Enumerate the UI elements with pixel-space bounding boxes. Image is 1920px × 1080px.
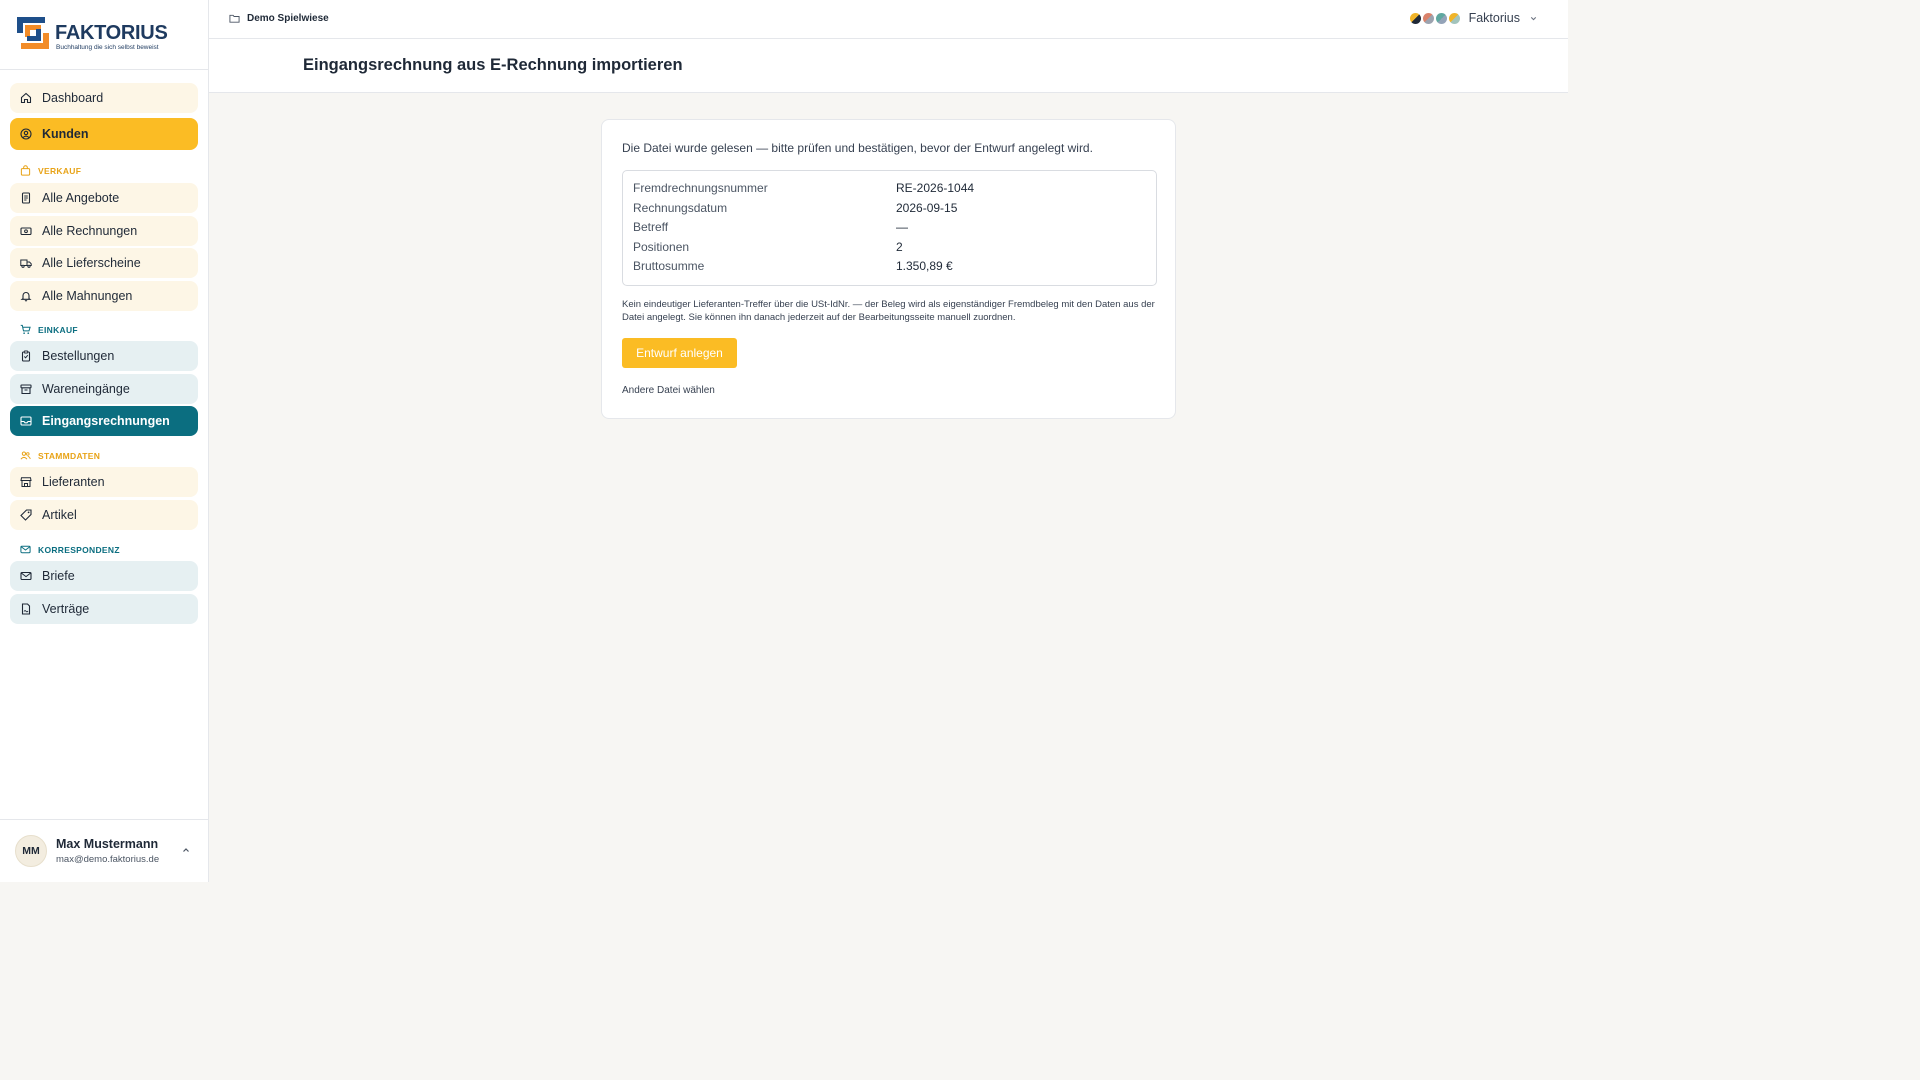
sidebar-item-label: Artikel	[42, 508, 77, 522]
detail-label: Fremdrechnungsnummer	[633, 181, 768, 195]
divider	[0, 819, 208, 820]
banknote-icon	[20, 225, 32, 237]
detail-label: Rechnungsdatum	[633, 201, 728, 215]
brand-logo[interactable]: FAKTORIUS Buchhaltung die sich selbst be…	[15, 14, 185, 56]
sidebar-item-alle-angebote[interactable]: Alle Angebote	[10, 183, 198, 213]
home-icon	[20, 92, 32, 104]
sidebar-item-kunden[interactable]: Kunden	[10, 118, 198, 150]
create-draft-button[interactable]: Entwurf anlegen	[622, 338, 737, 368]
user-name: Max Mustermann	[56, 837, 159, 851]
inbox-icon	[20, 415, 32, 427]
sidebar-item-label: Alle Angebote	[42, 191, 120, 205]
archive-icon	[20, 383, 32, 395]
breadcrumb[interactable]: Demo Spielwiese	[229, 13, 329, 24]
store-icon	[20, 476, 32, 488]
sidebar-item-lieferanten[interactable]: Lieferanten	[10, 467, 198, 497]
sidebar-item-eingangsrechnungen[interactable]: Eingangsrechnungen	[10, 406, 198, 436]
sidebar-item-label: Alle Lieferscheine	[42, 256, 141, 270]
detail-value: 2	[896, 240, 903, 254]
sidebar-item-label: Bestellungen	[42, 349, 115, 363]
detail-value: 2026-09-15	[896, 201, 958, 215]
sidebar-item-label: Wareneingänge	[42, 382, 130, 396]
bag-icon	[20, 165, 31, 176]
intro-text: Die Datei wurde gelesen — bitte prüfen u…	[622, 141, 1093, 155]
mail-icon	[20, 545, 31, 554]
top-bar: Demo Spielwiese Faktorius	[209, 0, 1568, 39]
user-menu[interactable]: MM Max Mustermann max@demo.faktorius.de	[15, 835, 200, 867]
tenant-name: Faktorius	[1468, 11, 1520, 25]
brand-name: FAKTORIUS	[55, 22, 168, 44]
document-icon	[20, 192, 32, 204]
detail-value: 1.350,89 €	[896, 259, 953, 273]
invoice-details: Fremdrechnungsnummer RE-2026-1044 Rechnu…	[622, 170, 1157, 286]
breadcrumb-label: Demo Spielwiese	[247, 13, 329, 24]
sidebar-item-label: Kunden	[42, 127, 89, 141]
sidebar-item-bestellungen[interactable]: Bestellungen	[10, 341, 198, 371]
faktorius-logo-icon	[17, 17, 49, 49]
sidebar-item-label: Lieferanten	[42, 475, 105, 489]
clipboard-icon	[20, 350, 32, 362]
sidebar-item-alle-rechnungen[interactable]: Alle Rechnungen	[10, 216, 198, 246]
users-icon	[20, 451, 31, 460]
import-card: Die Datei wurde gelesen — bitte prüfen u…	[601, 119, 1176, 419]
supplier-match-note: Kein eindeutiger Lieferanten-Treffer übe…	[622, 299, 1155, 323]
tenant-switcher[interactable]: Faktorius	[1409, 11, 1538, 25]
page-title: Eingangsrechnung aus E-Rechnung importie…	[303, 56, 683, 74]
sidebar-item-label: Eingangsrechnungen	[42, 414, 170, 428]
bell-icon	[20, 290, 32, 302]
sidebar-item-dashboard[interactable]: Dashboard	[10, 83, 198, 113]
detail-row: Bruttosumme 1.350,89 €	[633, 259, 1148, 277]
section-stammdaten: STAMMDATEN	[20, 450, 100, 461]
page-header: Eingangsrechnung aus E-Rechnung importie…	[209, 39, 1568, 93]
detail-label: Betreff	[633, 220, 669, 234]
detail-value: RE-2026-1044	[896, 181, 975, 195]
user-circle-icon	[20, 128, 32, 140]
tag-icon	[20, 509, 32, 521]
folder-icon	[229, 14, 240, 23]
theme-dot	[1435, 12, 1447, 24]
sidebar-item-label: Verträge	[42, 602, 90, 616]
sidebar-item-label: Dashboard	[42, 91, 104, 105]
user-email: max@demo.faktorius.de	[56, 854, 160, 865]
sidebar-item-label: Alle Mahnungen	[42, 289, 133, 303]
section-einkauf: EINKAUF	[20, 324, 78, 335]
section-verkauf: VERKAUF	[20, 165, 81, 176]
sidebar-item-wareneingaenge[interactable]: Wareneingänge	[10, 374, 198, 404]
detail-row: Fremdrechnungsnummer RE-2026-1044	[633, 181, 1148, 199]
chevron-down-icon	[1530, 16, 1537, 20]
cart-icon	[20, 324, 31, 334]
sidebar-item-label: Briefe	[42, 569, 75, 583]
theme-dot	[1409, 12, 1421, 24]
sidebar: FAKTORIUS Buchhaltung die sich selbst be…	[0, 0, 209, 882]
detail-label: Positionen	[633, 240, 690, 254]
sidebar-item-vertraege[interactable]: Verträge	[10, 594, 198, 624]
section-korrespondenz: KORRESPONDENZ	[20, 544, 120, 555]
chevron-up-icon	[183, 848, 189, 852]
detail-row: Betreff —	[633, 220, 1148, 238]
sidebar-item-alle-lieferscheine[interactable]: Alle Lieferscheine	[10, 248, 198, 278]
detail-row: Rechnungsdatum 2026-09-15	[633, 201, 1148, 219]
choose-other-file-link[interactable]: Andere Datei wählen	[622, 385, 715, 396]
sidebar-item-label: Alle Rechnungen	[42, 224, 138, 238]
detail-value: —	[896, 220, 908, 234]
divider	[0, 69, 208, 70]
sidebar-item-alle-mahnungen[interactable]: Alle Mahnungen	[10, 281, 198, 311]
detail-label: Bruttosumme	[633, 259, 705, 273]
theme-dots	[1409, 12, 1462, 24]
file-signature-icon	[20, 603, 32, 615]
detail-row: Positionen 2	[633, 240, 1148, 258]
sidebar-item-artikel[interactable]: Artikel	[10, 500, 198, 530]
theme-dot	[1448, 12, 1460, 24]
mail-icon	[20, 570, 32, 582]
theme-dot	[1422, 12, 1434, 24]
avatar: MM	[15, 835, 47, 867]
brand-tagline: Buchhaltung die sich selbst beweist	[56, 44, 159, 51]
truck-icon	[20, 257, 32, 269]
sidebar-item-briefe[interactable]: Briefe	[10, 561, 198, 591]
